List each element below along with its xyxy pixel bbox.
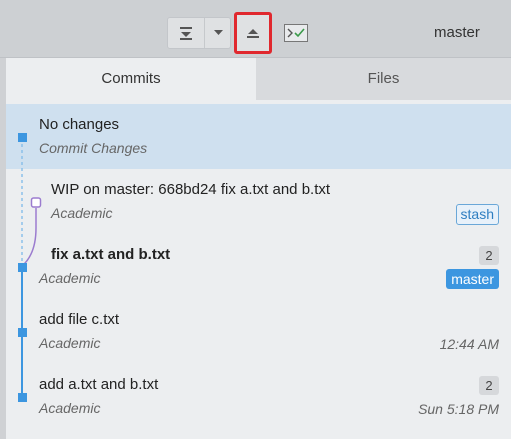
commit-author: Academic xyxy=(39,335,101,351)
push-button[interactable] xyxy=(234,12,272,54)
push-icon xyxy=(247,29,259,38)
commit-title: add a.txt and b.txt xyxy=(39,376,159,393)
branch-badge-master: master xyxy=(446,269,499,289)
change-count-badge: 2 xyxy=(479,376,499,395)
pull-options-dropdown[interactable] xyxy=(205,18,231,48)
chevron-down-icon xyxy=(213,30,223,35)
change-count-badge: 2 xyxy=(479,246,499,265)
tab-bar: Commits Files xyxy=(6,58,511,100)
pull-icon xyxy=(180,27,192,40)
tab-commits[interactable]: Commits xyxy=(6,58,256,100)
commit-row-working-copy[interactable]: No changes Commit Changes xyxy=(6,104,511,169)
pull-split-button xyxy=(167,17,231,49)
tab-files[interactable]: Files xyxy=(256,58,511,100)
commits-panel: Commits Files No changes Commit Changes … xyxy=(6,58,511,439)
stash-badge: stash xyxy=(455,204,499,225)
commit-title: No changes xyxy=(39,116,120,133)
commit-title: WIP on master: 668bd24 fix a.txt and b.t… xyxy=(51,181,331,198)
commit-row[interactable]: add a.txt and b.txt Academic 2 Sun 5:18 … xyxy=(6,364,511,429)
terminal-button[interactable] xyxy=(284,24,308,42)
commit-title: add file c.txt xyxy=(39,311,120,328)
commit-time: 12:44 AM xyxy=(439,336,499,352)
commit-row-stash[interactable]: WIP on master: 668bd24 fix a.txt and b.t… xyxy=(6,169,511,234)
commit-author: Academic xyxy=(51,205,113,221)
commit-author: Academic xyxy=(39,270,101,286)
toolbar: master xyxy=(0,0,511,58)
commit-title: fix a.txt and b.txt xyxy=(51,246,171,263)
pull-button[interactable] xyxy=(168,18,205,48)
commit-author: Academic xyxy=(39,400,101,416)
commit-row[interactable]: add file c.txt Academic 12:44 AM xyxy=(6,299,511,364)
commit-time: Sun 5:18 PM xyxy=(418,401,499,417)
commit-row-head[interactable]: fix a.txt and b.txt Academic 2 master xyxy=(6,234,511,299)
current-branch-selector[interactable]: master xyxy=(380,18,510,48)
commit-subtitle: Commit Changes xyxy=(39,140,148,156)
terminal-icon xyxy=(284,24,308,42)
